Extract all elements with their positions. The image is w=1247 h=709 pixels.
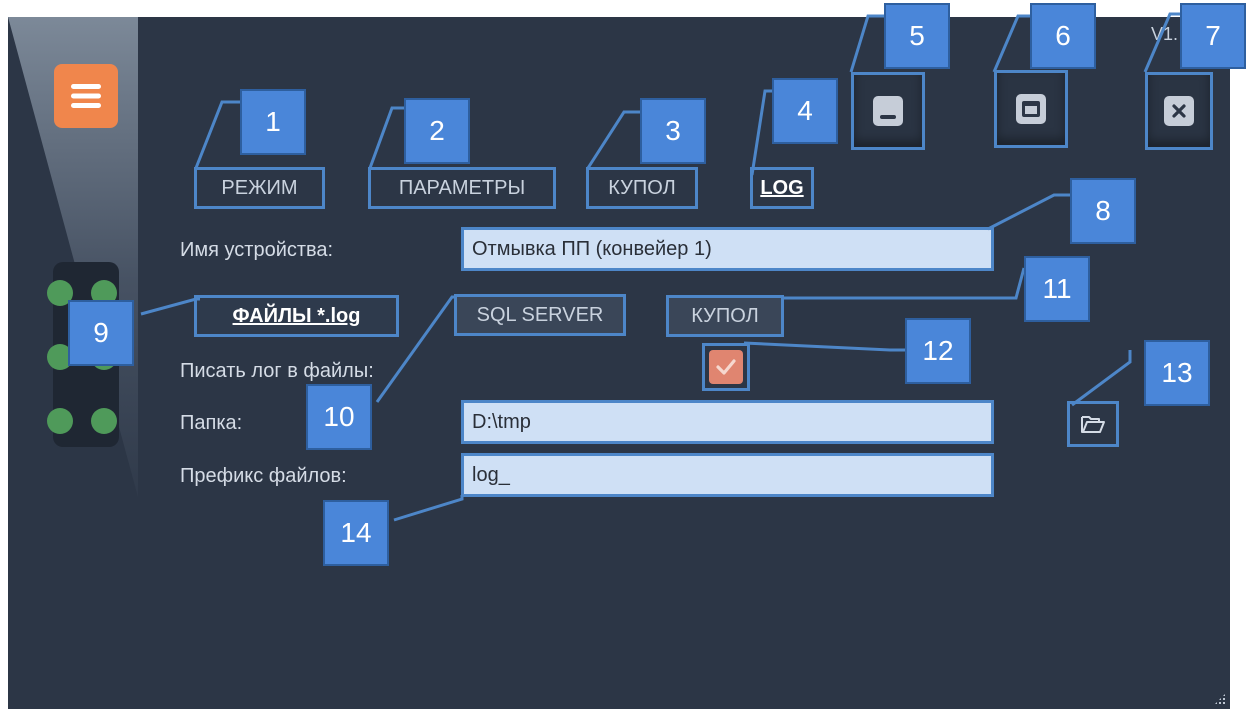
status-indicator-dot xyxy=(47,408,73,434)
tab-sql-server[interactable]: SQL SERVER xyxy=(454,294,626,336)
menu-button[interactable] xyxy=(54,64,118,128)
folder-label: Папка: xyxy=(180,412,243,434)
prefix-field[interactable] xyxy=(461,453,994,497)
annotation-callout: 14 xyxy=(323,500,389,566)
version-label: V1. xyxy=(1151,24,1179,44)
tab-dome[interactable]: КУПОЛ xyxy=(666,295,784,337)
nav-item-log[interactable]: LOG xyxy=(750,167,814,209)
folder-field[interactable] xyxy=(461,400,994,444)
status-indicator-dot xyxy=(91,408,117,434)
folder-open-icon xyxy=(1081,416,1105,433)
nav-item-dome[interactable]: КУПОЛ xyxy=(586,167,698,209)
checkbox-box xyxy=(709,350,743,384)
annotation-callout: 8 xyxy=(1070,178,1136,244)
annotation-callout: 5 xyxy=(884,3,950,69)
tab-log-files[interactable]: ФАЙЛЫ *.log xyxy=(194,295,399,337)
close-icon xyxy=(1164,96,1194,126)
resize-grip[interactable] xyxy=(1214,693,1226,705)
annotation-callout: 13 xyxy=(1144,340,1210,406)
write-log-checkbox[interactable] xyxy=(702,343,750,391)
device-name-input[interactable] xyxy=(472,237,983,261)
nav-item-mode[interactable]: РЕЖИМ xyxy=(194,167,325,209)
prefix-input[interactable] xyxy=(472,463,983,487)
browse-folder-button[interactable] xyxy=(1067,401,1119,447)
annotation-callout: 7 xyxy=(1180,3,1246,69)
folder-input[interactable] xyxy=(472,410,983,434)
annotation-callout: 9 xyxy=(68,300,134,366)
annotation-callout: 2 xyxy=(404,98,470,164)
annotation-callout: 11 xyxy=(1024,256,1090,322)
maximize-button[interactable] xyxy=(994,70,1068,148)
annotation-callout: 10 xyxy=(306,384,372,450)
write-log-label: Писать лог в файлы: xyxy=(180,360,374,382)
nav-item-parameters[interactable]: ПАРАМЕТРЫ xyxy=(368,167,556,209)
device-name-label: Имя устройства: xyxy=(180,239,334,261)
annotation-callout: 12 xyxy=(905,318,971,384)
maximize-icon xyxy=(1016,94,1046,124)
prefix-label: Префикс файлов: xyxy=(180,465,347,487)
close-button[interactable] xyxy=(1145,72,1213,150)
annotation-callout: 3 xyxy=(640,98,706,164)
check-icon xyxy=(716,359,736,375)
device-name-field[interactable] xyxy=(461,227,994,271)
hamburger-icon xyxy=(71,84,101,108)
minimize-icon xyxy=(873,96,903,126)
annotation-callout: 1 xyxy=(240,89,306,155)
minimize-button[interactable] xyxy=(851,72,925,150)
annotation-callout: 4 xyxy=(772,78,838,144)
app-window: V1. РЕЖИМ ПАРАМЕТРЫ КУПОЛ LOG Имя устрой… xyxy=(8,17,1230,709)
annotation-callout: 6 xyxy=(1030,3,1096,69)
